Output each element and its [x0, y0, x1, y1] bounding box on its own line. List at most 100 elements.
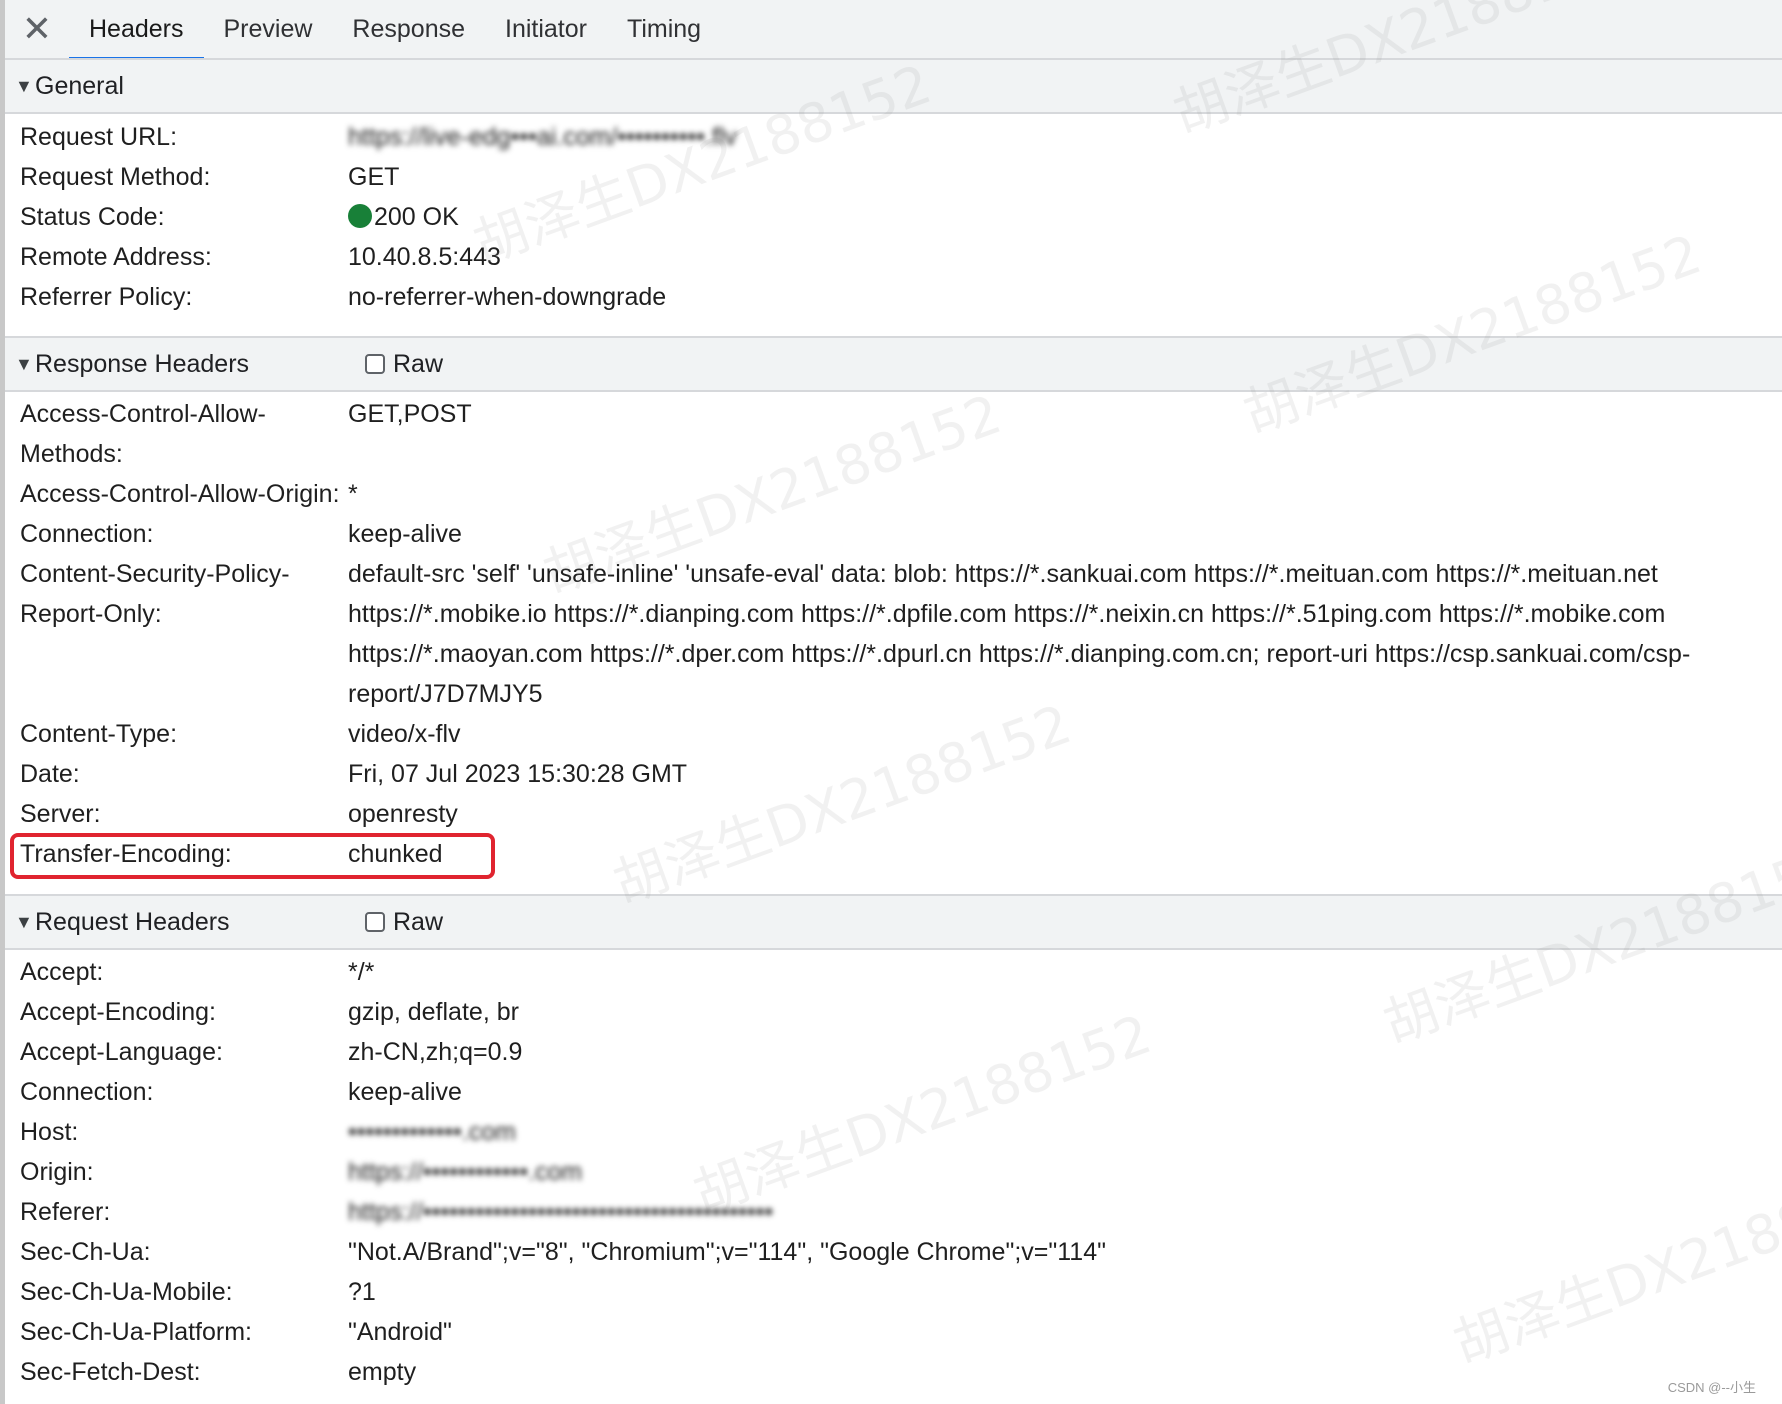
header-key: Connection:	[20, 520, 154, 548]
header-key: Remote Address:	[20, 243, 212, 271]
header-key: Content-Type:	[20, 720, 178, 748]
header-key: Referrer Policy:	[20, 283, 193, 311]
header-row-request-url: Request URL: https://live-edg•••ai.com/•…	[5, 117, 1782, 157]
close-icon[interactable]: ✕	[5, 0, 69, 58]
section-request-headers-header[interactable]: ▼ Request Headers Raw	[5, 894, 1782, 950]
header-value: chunked	[348, 840, 443, 868]
header-value: gzip, deflate, br	[348, 998, 519, 1026]
header-value: keep-alive	[348, 1078, 462, 1106]
header-row-sec-ch-ua-mobile: Sec-Ch-Ua-Mobile: ?1	[5, 1272, 1782, 1312]
header-row-connection: Connection: keep-alive	[5, 1072, 1782, 1112]
header-key: Accept-Encoding:	[20, 998, 216, 1026]
header-row-date: Date: Fri, 07 Jul 2023 15:30:28 GMT	[5, 754, 1782, 794]
header-key: Server:	[20, 800, 101, 828]
raw-label: Raw	[393, 349, 444, 378]
header-key: Sec-Ch-Ua-Platform:	[20, 1318, 252, 1346]
header-row-remote-address: Remote Address: 10.40.8.5:443	[5, 237, 1782, 277]
header-value: •••••••••••••.com	[348, 1118, 516, 1146]
tab-headers[interactable]: Headers	[69, 0, 204, 60]
header-row-origin: Origin: https://••••••••••••.com	[5, 1152, 1782, 1192]
header-row-content-security-policy: Content-Security-Policy-Report-Only: def…	[5, 554, 1782, 714]
header-key: Sec-Ch-Ua-Mobile:	[20, 1278, 233, 1306]
header-key: Date:	[20, 760, 80, 788]
devtools-tab-bar: ✕ Headers Preview Response Initiator Tim…	[5, 0, 1782, 60]
header-value: GET	[348, 163, 400, 191]
tab-initiator[interactable]: Initiator	[485, 0, 607, 58]
general-rows: Request URL: https://live-edg•••ai.com/•…	[5, 117, 1782, 317]
header-value: 10.40.8.5:443	[348, 243, 501, 271]
header-row-sec-ch-ua-platform: Sec-Ch-Ua-Platform: "Android"	[5, 1312, 1782, 1352]
section-general-header[interactable]: ▼ General	[5, 58, 1782, 114]
header-value: "Android"	[348, 1318, 452, 1346]
header-key: Transfer-Encoding:	[20, 840, 232, 868]
tab-timing[interactable]: Timing	[607, 0, 721, 58]
header-value: https://live-edg•••ai.com/••••••••••.flv	[348, 123, 737, 151]
status-ok-icon	[348, 204, 372, 228]
header-value: video/x-flv	[348, 720, 461, 748]
header-row-access-control-allow-origin: Access-Control-Allow-Origin: *	[5, 474, 1782, 514]
section-title: Request Headers	[35, 907, 230, 936]
section-title: Response Headers	[35, 349, 250, 378]
raw-toggle[interactable]: Raw	[365, 908, 443, 937]
header-row-referrer-policy: Referrer Policy: no-referrer-when-downgr…	[5, 277, 1782, 317]
header-value: https://••••••••••••.com	[348, 1158, 583, 1186]
header-value: 200 OK	[348, 197, 1782, 237]
credit-text: CSDN @--小生	[1667, 1380, 1756, 1395]
raw-checkbox[interactable]	[365, 912, 385, 932]
request-header-rows: Accept: */* Accept-Encoding: gzip, defla…	[5, 952, 1782, 1392]
header-key: Host:	[20, 1118, 79, 1146]
response-header-rows: Access-Control-Allow-Methods: GET,POST A…	[5, 394, 1782, 874]
header-value: empty	[348, 1358, 417, 1386]
header-key: Connection:	[20, 1078, 154, 1106]
header-value: GET,POST	[348, 400, 472, 428]
header-value: default-src 'self' 'unsafe-inline' 'unsa…	[348, 560, 1691, 708]
header-row-referer: Referer: https://•••••••••••••••••••••••…	[5, 1192, 1782, 1232]
tab-response[interactable]: Response	[332, 0, 485, 58]
header-row-accept: Accept: */*	[5, 952, 1782, 992]
header-key: Origin:	[20, 1158, 94, 1186]
raw-label: Raw	[393, 907, 444, 936]
header-key: Access-Control-Allow-Origin:	[20, 480, 340, 508]
header-value: keep-alive	[348, 520, 462, 548]
header-key: Sec-Fetch-Dest:	[20, 1358, 201, 1386]
header-key: Sec-Ch-Ua:	[20, 1238, 151, 1266]
collapse-triangle-icon[interactable]: ▼	[15, 76, 33, 97]
header-key: Content-Security-Policy-Report-Only:	[20, 560, 290, 628]
header-row-accept-encoding: Accept-Encoding: gzip, deflate, br	[5, 992, 1782, 1032]
header-value: */*	[348, 958, 375, 986]
header-value: Fri, 07 Jul 2023 15:30:28 GMT	[348, 760, 688, 788]
status-text: 200 OK	[374, 203, 459, 231]
header-key: Request Method:	[20, 163, 211, 191]
header-value: ?1	[348, 1278, 376, 1306]
header-key: Accept:	[20, 958, 104, 986]
header-key: Referer:	[20, 1198, 111, 1226]
header-row-server: Server: openresty	[5, 794, 1782, 834]
header-value: https://••••••••••••••••••••••••••••••••…	[348, 1198, 774, 1226]
header-row-accept-language: Accept-Language: zh-CN,zh;q=0.9	[5, 1032, 1782, 1072]
header-row-request-method: Request Method: GET	[5, 157, 1782, 197]
header-key: Status Code:	[20, 203, 165, 231]
collapse-triangle-icon[interactable]: ▼	[15, 354, 33, 375]
header-value: *	[348, 480, 358, 508]
section-title: General	[35, 71, 124, 100]
header-row-transfer-encoding: Transfer-Encoding: chunked	[5, 834, 1782, 874]
raw-checkbox[interactable]	[365, 354, 385, 374]
header-key: Accept-Language:	[20, 1038, 223, 1066]
header-row-content-type: Content-Type: video/x-flv	[5, 714, 1782, 754]
header-row-sec-ch-ua: Sec-Ch-Ua: "Not.A/Brand";v="8", "Chromiu…	[5, 1232, 1782, 1272]
tab-preview[interactable]: Preview	[204, 0, 333, 58]
header-value: zh-CN,zh;q=0.9	[348, 1038, 523, 1066]
collapse-triangle-icon[interactable]: ▼	[15, 912, 33, 933]
header-key: Request URL:	[20, 123, 178, 151]
header-row-connection: Connection: keep-alive	[5, 514, 1782, 554]
header-value: no-referrer-when-downgrade	[348, 283, 667, 311]
header-value: openresty	[348, 800, 458, 828]
header-row-status-code: Status Code: 200 OK	[5, 197, 1782, 237]
header-key: Access-Control-Allow-Methods:	[20, 400, 266, 468]
header-row-sec-fetch-dest: Sec-Fetch-Dest: empty	[5, 1352, 1782, 1392]
header-value: "Not.A/Brand";v="8", "Chromium";v="114",…	[348, 1238, 1106, 1266]
header-row-host: Host: •••••••••••••.com	[5, 1112, 1782, 1152]
raw-toggle[interactable]: Raw	[365, 350, 443, 379]
header-row-access-control-allow-methods: Access-Control-Allow-Methods: GET,POST	[5, 394, 1782, 474]
section-response-headers-header[interactable]: ▼ Response Headers Raw	[5, 336, 1782, 392]
